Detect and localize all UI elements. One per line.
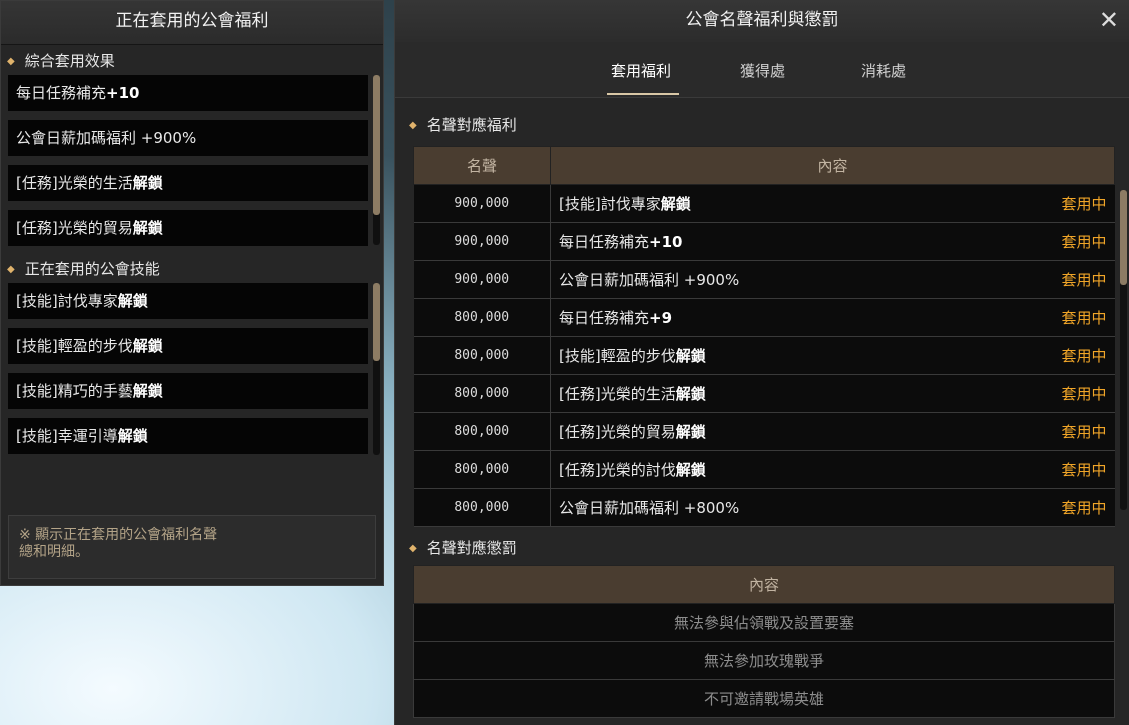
status-badge: 套用中 [1061,233,1107,251]
right-panel-header: 公會名聲福利與懲罰 ✕ [395,0,1129,42]
list-item: [技能]精巧的手藝解鎖 [8,373,368,409]
reputation-value: 900,000 [413,260,551,299]
scrollbar-thumb[interactable] [373,283,380,361]
status-badge: 套用中 [1061,499,1107,517]
status-badge: 套用中 [1061,385,1107,403]
table-row: 900,000 [技能]討伐專家解鎖 套用中 [413,184,1115,223]
benefit-content: [技能]輕盈的步伐解鎖 套用中 [550,336,1115,375]
tab-consumption[interactable]: 消耗處 [861,60,906,81]
section-heading-guild-skills: ◆ 正在套用的公會技能 [1,253,383,283]
scrollbar-thumb[interactable] [373,75,380,215]
column-header-content: 內容 [413,565,1115,604]
reputation-value: 800,000 [413,450,551,489]
table-row: 800,000 每日任務補充+9 套用中 [413,298,1115,337]
penalty-item: 不可邀請戰場英雄 [413,679,1115,718]
column-header-content: 內容 [550,146,1115,185]
list-item: [技能]討伐專家解鎖 [8,283,368,319]
table-row: 800,000 [任務]光榮的貿易解鎖 套用中 [413,412,1115,451]
guild-skills-scrollbar[interactable] [373,283,380,455]
table-row: 800,000 [任務]光榮的生活解鎖 套用中 [413,374,1115,413]
list-item: 公會日薪加碼福利 +900% [8,120,368,156]
benefit-content: 每日任務補充+10 套用中 [550,222,1115,261]
status-badge: 套用中 [1061,195,1107,213]
table-row: 無法參加玫瑰戰爭 [413,641,1115,680]
list-item: [技能]幸運引導解鎖 [8,418,368,454]
reputation-benefits-panel: 公會名聲福利與懲罰 ✕ 套用福利 獲得處 消耗處 ◆ 名聲對應福利 名聲 內容 9… [394,0,1129,725]
status-badge: 套用中 [1061,423,1107,441]
reputation-value: 900,000 [413,184,551,223]
reputation-value: 800,000 [413,374,551,413]
list-item: [技能]輕盈的步伐解鎖 [8,328,368,364]
column-header-reputation: 名聲 [413,146,551,185]
diamond-bullet-icon: ◆ [409,543,417,554]
table-row: 800,000 [任務]光榮的討伐解鎖 套用中 [413,450,1115,489]
right-panel-title: 公會名聲福利與懲罰 [685,10,839,30]
reputation-value: 800,000 [413,336,551,375]
list-item: [任務]光榮的生活解鎖 [8,165,368,201]
status-badge: 套用中 [1061,461,1107,479]
left-panel-title: 正在套用的公會福利 [1,1,383,45]
benefits-table: 名聲 內容 900,000 [技能]討伐專家解鎖 套用中 900,000 每日任務… [413,146,1115,527]
table-row: 900,000 公會日薪加碼福利 +900% 套用中 [413,260,1115,299]
status-badge: 套用中 [1061,309,1107,327]
diamond-bullet-icon: ◆ [7,264,15,275]
info-note: ※ 顯示正在套用的公會福利名聲 總和明細。 [8,515,376,579]
section-heading-combined-effects: ◆ 綜合套用效果 [1,45,383,75]
benefit-content: 每日任務補充+9 套用中 [550,298,1115,337]
section-heading-label: 正在套用的公會技能 [24,260,160,278]
combined-effects-scrollbar[interactable] [373,75,380,245]
status-badge: 套用中 [1061,347,1107,365]
penalties-table: 內容 無法參與佔領戰及設置要塞 無法參加玫瑰戰爭 不可邀請戰場英雄 [413,565,1115,718]
reputation-value: 900,000 [413,222,551,261]
reputation-value: 800,000 [413,298,551,337]
scrollbar-thumb[interactable] [1120,190,1127,285]
active-tab-indicator [607,93,679,95]
penalties-section-heading: ◆ 名聲對應懲罰 [409,539,517,557]
table-row: 900,000 每日任務補充+10 套用中 [413,222,1115,261]
close-icon[interactable]: ✕ [1099,0,1119,40]
table-row: 不可邀請戰場英雄 [413,679,1115,718]
diamond-bullet-icon: ◆ [409,120,417,131]
benefits-scrollbar[interactable] [1120,190,1127,510]
list-item: 每日任務補充+10 [8,75,368,111]
tab-applied-benefits[interactable]: 套用福利 [611,60,671,81]
benefit-content: [任務]光榮的討伐解鎖 套用中 [550,450,1115,489]
penalty-item: 無法參與佔領戰及設置要塞 [413,603,1115,642]
reputation-value: 800,000 [413,488,551,527]
benefit-content: [技能]討伐專家解鎖 套用中 [550,184,1115,223]
table-row: 800,000 [技能]輕盈的步伐解鎖 套用中 [413,336,1115,375]
status-badge: 套用中 [1061,271,1107,289]
reputation-value: 800,000 [413,412,551,451]
tab-acquisition[interactable]: 獲得處 [740,60,785,81]
benefit-content: [任務]光榮的生活解鎖 套用中 [550,374,1115,413]
table-row: 無法參與佔領戰及設置要塞 [413,603,1115,642]
table-row: 800,000 公會日薪加碼福利 +800% 套用中 [413,488,1115,527]
diamond-bullet-icon: ◆ [7,56,15,67]
combined-effects-list: 每日任務補充+10 公會日薪加碼福利 +900% [任務]光榮的生活解鎖 [任務… [1,75,383,246]
list-item: [任務]光榮的貿易解鎖 [8,210,368,246]
benefit-content: [任務]光榮的貿易解鎖 套用中 [550,412,1115,451]
guild-skills-list: [技能]討伐專家解鎖 [技能]輕盈的步伐解鎖 [技能]精巧的手藝解鎖 [技能]幸… [1,283,383,455]
section-heading-label: 綜合套用效果 [24,52,115,70]
benefits-section-heading: ◆ 名聲對應福利 [409,116,517,134]
penalty-item: 無法參加玫瑰戰爭 [413,641,1115,680]
benefit-content: 公會日薪加碼福利 +800% 套用中 [550,488,1115,527]
active-benefits-panel: 正在套用的公會福利 ◆ 綜合套用效果 每日任務補充+10 公會日薪加碼福利 +90… [0,0,384,586]
benefit-content: 公會日薪加碼福利 +900% 套用中 [550,260,1115,299]
tab-bar: 套用福利 獲得處 消耗處 [395,42,1129,98]
